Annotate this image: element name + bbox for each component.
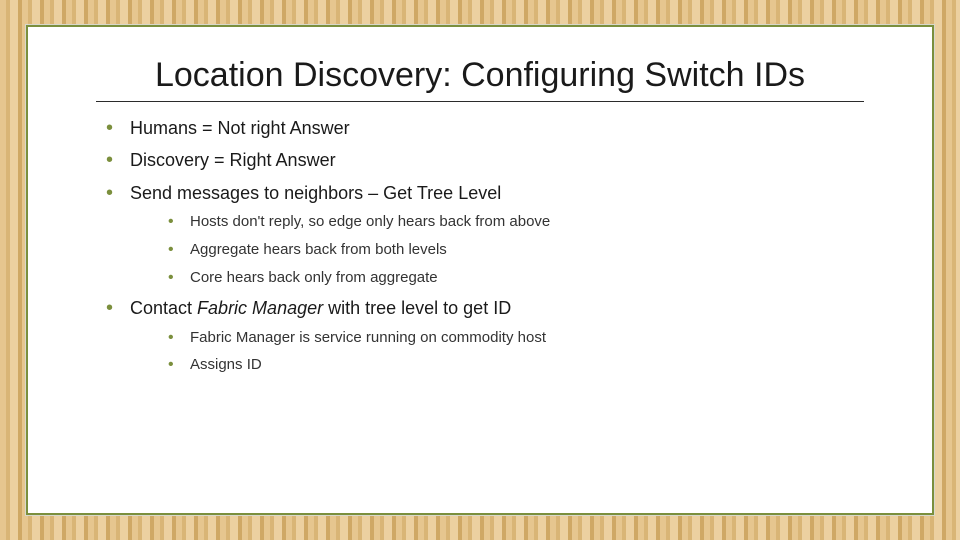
- bullet-list: Humans = Not right Answer Discovery = Ri…: [106, 116, 882, 376]
- list-item: Send messages to neighbors – Get Tree Le…: [106, 181, 882, 289]
- title-divider: [96, 101, 864, 102]
- slide-title: Location Discovery: Configuring Switch I…: [100, 55, 860, 95]
- sub-list: Hosts don't reply, so edge only hears ba…: [168, 211, 882, 288]
- list-item: Contact Fabric Manager with tree level t…: [106, 296, 882, 376]
- list-item: Humans = Not right Answer: [106, 116, 882, 140]
- sub-list-item: Assigns ID: [168, 354, 882, 376]
- wood-background: Location Discovery: Configuring Switch I…: [0, 0, 960, 540]
- list-item-text-post: with tree level to get ID: [323, 298, 511, 318]
- sub-list-item: Fabric Manager is service running on com…: [168, 327, 882, 349]
- list-item-text-pre: Contact: [130, 298, 197, 318]
- list-item-text-em: Fabric Manager: [197, 298, 323, 318]
- sub-list-item: Aggregate hears back from both levels: [168, 239, 882, 261]
- list-item-text: Send messages to neighbors – Get Tree Le…: [130, 183, 501, 203]
- list-item: Discovery = Right Answer: [106, 148, 882, 172]
- sub-list-item: Core hears back only from aggregate: [168, 267, 882, 289]
- sub-list: Fabric Manager is service running on com…: [168, 327, 882, 377]
- sub-list-item: Hosts don't reply, so edge only hears ba…: [168, 211, 882, 233]
- slide-card: Location Discovery: Configuring Switch I…: [26, 25, 934, 515]
